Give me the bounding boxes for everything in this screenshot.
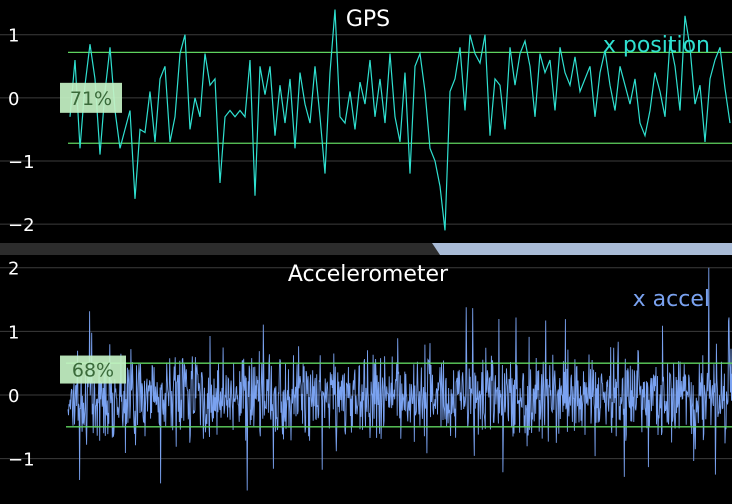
y-tick-label: −1 — [8, 152, 35, 173]
badge-label: 68% — [72, 360, 114, 382]
figure-canvas: 1 0 −1 −2 71% GPS x position 2 1 0 −1 68% Acce… — [0, 0, 732, 500]
gps-title: GPS — [346, 7, 390, 32]
y-tick-label: 2 — [8, 259, 19, 280]
accelerometer-badge: 68% — [60, 355, 126, 384]
y-tick-label: 1 — [8, 26, 19, 47]
y-tick-label: 0 — [8, 89, 19, 110]
gps-badge: 71% — [60, 82, 122, 113]
panel-separator — [0, 243, 732, 255]
gps-legend-label: x position — [603, 33, 710, 58]
badge-label: 71% — [70, 88, 112, 110]
figure: 1 0 −1 −2 71% GPS x position 2 1 0 −1 68% Acce… — [0, 0, 732, 500]
y-tick-label: −2 — [8, 215, 35, 236]
gps-panel: 1 0 −1 −2 71% GPS x position — [0, 0, 732, 243]
y-tick-label: −1 — [8, 450, 35, 471]
y-tick-label: 1 — [8, 322, 19, 343]
y-tick-label: 0 — [8, 386, 19, 407]
accelerometer-title: Accelerometer — [288, 262, 449, 287]
accelerometer-legend-label: x accel — [633, 287, 710, 312]
accelerometer-panel: 2 1 0 −1 68% Accelerometer x accel — [0, 255, 732, 500]
